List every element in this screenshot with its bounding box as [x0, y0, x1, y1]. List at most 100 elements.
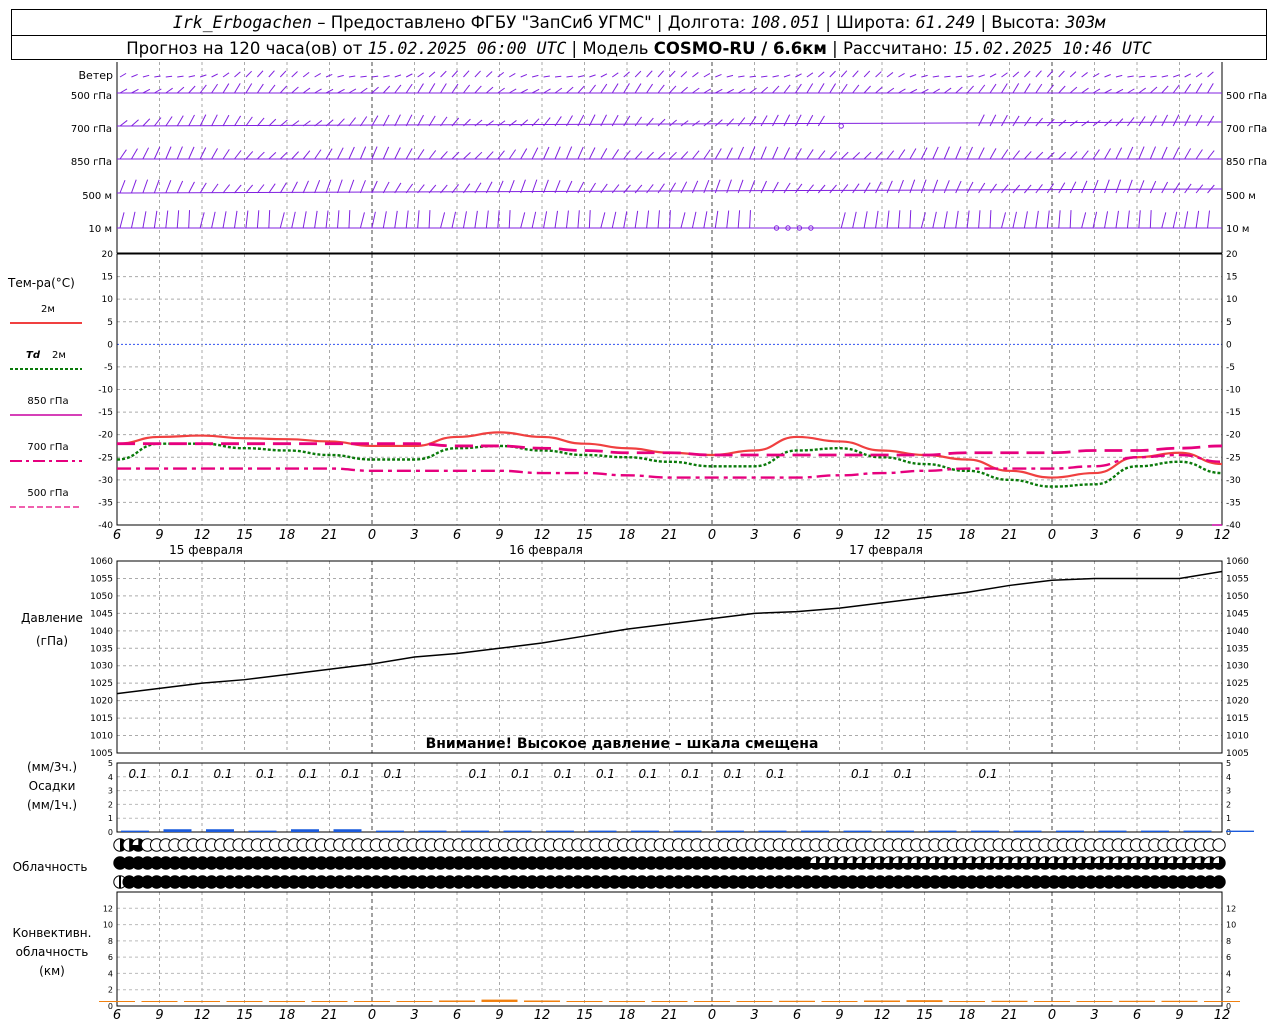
wind-barb [131, 148, 138, 160]
pressure-y-tick-right: 1040 [1226, 627, 1249, 637]
wind-barb [863, 70, 871, 78]
temp-y-tick-right: -35 [1226, 498, 1241, 508]
wind-barb [577, 210, 580, 229]
wind-barb [726, 147, 733, 160]
wind-barb [1138, 180, 1145, 194]
wind-barb [795, 73, 802, 78]
wind-barb [314, 210, 318, 229]
wind-barb [302, 71, 310, 78]
wind-barb [863, 182, 871, 194]
pressure-y-tick: 1025 [90, 679, 113, 689]
wind-barb [1172, 211, 1178, 229]
wind-barb [875, 71, 882, 78]
wind-barb [1149, 115, 1157, 127]
wind-barb [657, 118, 666, 127]
wind-barb [1092, 88, 1101, 94]
wind-barb [1161, 181, 1169, 194]
wind-barb [657, 84, 665, 94]
temp-y-tick: 15 [102, 273, 113, 283]
wind-barb [394, 84, 402, 94]
temp-y-tick-right: 0 [1226, 340, 1232, 350]
wind-barb [291, 71, 298, 78]
temp-x-tick: 21 [661, 528, 678, 543]
wind-barb [1149, 146, 1157, 160]
wind-barb [978, 147, 985, 160]
wind-barb [680, 120, 689, 127]
conv-bar [1076, 1001, 1113, 1002]
precip-amount-label: 0.1 [681, 767, 700, 781]
wind-barb [737, 117, 746, 127]
pressure-y-tick-right: 1060 [1226, 557, 1249, 567]
conv-y-tick: 10 [103, 921, 113, 930]
wind-barb [875, 86, 883, 94]
wind-barb [382, 85, 391, 94]
wind-barb [257, 151, 265, 160]
temp-x-tick: 12 [534, 528, 551, 543]
wind-barb [302, 211, 307, 229]
wind-barb [360, 75, 367, 78]
wind-barb [761, 75, 768, 78]
temp-y-tick-right: 5 [1226, 318, 1232, 328]
wind-barb [360, 87, 368, 94]
conv-x-tick: 9 [155, 1008, 163, 1023]
conv-x-tick: 0 [1048, 1008, 1056, 1023]
wind-barb [531, 211, 537, 229]
temp-y-tick-right: -25 [1226, 453, 1241, 463]
conv-y-tick-right: 8 [1226, 937, 1231, 946]
conv-bar [906, 1000, 943, 1002]
wind-barb [1081, 72, 1088, 78]
temp-x-tick: 12 [194, 528, 211, 543]
wind-barb [989, 73, 997, 78]
wind-barb [737, 88, 746, 94]
conv-bar [651, 1001, 688, 1002]
wind-barb [909, 88, 918, 94]
cloud-symbol [1212, 838, 1226, 852]
wind-barb [955, 86, 963, 94]
wind-barb [1115, 210, 1119, 229]
wind-barb [222, 184, 231, 194]
wind-barb [497, 120, 506, 127]
wind-barb [577, 146, 584, 160]
wind-barb [153, 179, 160, 194]
precip-bar [121, 830, 149, 832]
wind-barb [1069, 181, 1077, 194]
wind-barb [1138, 75, 1146, 78]
wind-barb [955, 180, 962, 194]
conv-bar [864, 1000, 900, 1002]
wind-barb [1069, 71, 1077, 78]
wind-barb [1001, 114, 1008, 127]
precip-amount-label: 0.1 [638, 767, 657, 781]
wind-barb [1161, 85, 1169, 94]
wind-barb [1081, 212, 1087, 229]
wind-barb [508, 88, 517, 94]
pressure-y-tick-right: 1045 [1226, 609, 1249, 619]
precip-y-tick: 5 [108, 759, 113, 768]
wind-barb [1207, 71, 1214, 78]
wind-barb [852, 70, 859, 78]
wind-barb [486, 86, 494, 94]
wind-barb [978, 74, 985, 78]
wind-barb [1069, 86, 1078, 94]
precip-bar [673, 830, 702, 832]
conv-x-tick: 21 [661, 1008, 678, 1023]
wind-barb [1138, 210, 1141, 229]
wind-barb [428, 71, 436, 78]
wind-barb [279, 85, 288, 94]
precip-amount-label: 0.1 [851, 767, 870, 781]
wind-barb [417, 83, 424, 94]
wind-barb [1126, 179, 1133, 194]
wind-barb [486, 120, 494, 127]
wind-barb [1092, 179, 1099, 194]
conv-x-tick: 21 [321, 1008, 338, 1023]
pressure-y-tick-right: 1050 [1226, 592, 1249, 602]
pressure-y-tick-right: 1020 [1226, 697, 1249, 707]
wind-barb [520, 179, 526, 194]
wind-barb [588, 210, 591, 229]
wind-barb [1081, 87, 1089, 94]
wind-barb [1035, 83, 1043, 94]
wind-barb [703, 149, 711, 160]
wind-barb [989, 210, 992, 229]
wind-level-label: 700 гПа [71, 124, 112, 135]
wind-barb [726, 74, 734, 78]
precip-amount-label: 0.1 [978, 767, 997, 781]
